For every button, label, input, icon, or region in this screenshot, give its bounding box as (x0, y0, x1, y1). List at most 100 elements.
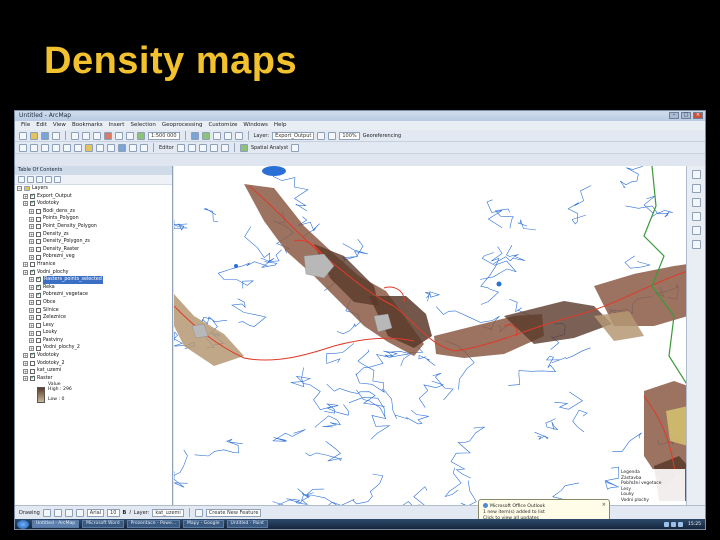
menu-file[interactable]: File (21, 121, 30, 130)
toc-layer-item[interactable]: + Density_Polygon_zs (15, 238, 172, 246)
expand-icon[interactable]: + (29, 307, 34, 313)
fit-to-display-icon[interactable] (317, 131, 326, 140)
pan-icon[interactable] (41, 143, 49, 152)
select-elements-icon[interactable] (107, 143, 115, 152)
catalog-icon[interactable] (692, 240, 701, 249)
toc-layer-item[interactable]: + Points_Polygon (15, 215, 172, 223)
toc-layer-item[interactable]: + Lesy (15, 322, 172, 330)
toc-layer-item[interactable]: + Density_zs (15, 231, 172, 239)
list-by-source-icon[interactable] (27, 176, 34, 183)
volume-icon[interactable] (671, 521, 677, 527)
layer-visibility-checkbox[interactable] (36, 216, 41, 222)
layer-visibility-checkbox[interactable] (30, 262, 35, 268)
menu-bookmarks[interactable]: Bookmarks (72, 121, 103, 130)
delete-icon[interactable] (104, 131, 112, 140)
identify-icon[interactable] (692, 212, 701, 221)
expand-icon[interactable]: + (23, 193, 28, 199)
status-layer-select[interactable]: kat_uzemi (152, 508, 184, 517)
font-size-select[interactable]: 10 (107, 508, 120, 517)
layer-visibility-checkbox[interactable] (36, 209, 41, 215)
expand-icon[interactable]: + (29, 224, 34, 230)
drawing-menu[interactable]: Drawing (19, 510, 40, 516)
layer-visibility-checkbox[interactable] (30, 199, 36, 207)
layer-visibility-checkbox[interactable] (30, 374, 36, 382)
font-select[interactable]: Arial (86, 508, 105, 517)
expand-icon[interactable]: + (29, 322, 34, 328)
expand-icon[interactable]: + (23, 368, 28, 374)
network-icon[interactable] (664, 521, 670, 527)
toc-layer-item[interactable]: + Louky (15, 329, 172, 337)
spatial-analyst-menu[interactable]: Spatial Analyst (251, 145, 288, 151)
rectangle-icon[interactable] (64, 508, 73, 517)
expand-icon[interactable]: + (23, 376, 28, 382)
zoom-out-icon[interactable] (30, 143, 38, 152)
task-select[interactable]: Create New Feature (205, 508, 262, 517)
list-by-drawing-order-icon[interactable] (18, 176, 25, 183)
expand-icon[interactable]: + (23, 262, 28, 268)
rotate-icon[interactable] (53, 508, 62, 517)
collapse-icon[interactable]: − (17, 186, 22, 192)
options-icon[interactable] (54, 176, 61, 183)
layer-visibility-checkbox[interactable] (36, 283, 42, 291)
layer-visibility-checkbox[interactable] (30, 351, 36, 359)
expand-icon[interactable]: + (29, 330, 34, 336)
layer-visibility-checkbox[interactable] (30, 268, 36, 275)
menu-windows[interactable]: Windows (243, 121, 268, 130)
layer-visibility-checkbox[interactable] (36, 315, 41, 321)
histogram-icon[interactable] (291, 143, 300, 152)
expand-icon[interactable]: + (29, 247, 34, 253)
layer-visibility-checkbox[interactable] (36, 254, 41, 260)
map-canvas[interactable] (174, 166, 688, 506)
georeferencing-label[interactable]: Georeferencing (363, 133, 402, 139)
text-icon[interactable] (75, 508, 84, 517)
vertex-icon[interactable] (198, 143, 207, 152)
menu-customize[interactable]: Customize (208, 121, 237, 130)
zoom-field[interactable]: 100% (339, 131, 360, 140)
layer-visibility-checkbox[interactable] (36, 291, 42, 298)
attributes-icon[interactable] (220, 143, 229, 152)
zoom-in-icon[interactable] (19, 143, 27, 152)
edit-tool-icon[interactable] (194, 508, 203, 517)
layer-visibility-checkbox[interactable] (36, 239, 41, 245)
layer-select[interactable]: Export_Output (272, 131, 315, 140)
expand-icon[interactable]: + (29, 216, 34, 222)
toc-layer-item[interactable]: + Density_Raster (15, 246, 172, 254)
layer-visibility-checkbox[interactable] (36, 231, 41, 237)
taskbar-item[interactable]: Microsoft Word (82, 520, 124, 528)
rotate-icon[interactable] (328, 131, 337, 140)
minimize-button[interactable]: – (669, 112, 679, 119)
save-icon[interactable] (41, 131, 49, 140)
cut-icon[interactable] (71, 131, 79, 140)
toc-layer-item[interactable]: + Pobrezni_vegetace (15, 291, 172, 299)
layer-visibility-checkbox[interactable] (30, 192, 36, 199)
editor-toolbar-icon[interactable] (190, 131, 199, 140)
toc-layer-item[interactable]: + Silnice (15, 307, 172, 315)
menu-edit[interactable]: Edit (36, 121, 47, 130)
expand-icon[interactable]: + (29, 345, 34, 351)
layer-visibility-checkbox[interactable] (30, 360, 35, 366)
taskbar-item[interactable]: Untitled - Paint (226, 520, 268, 528)
python-icon[interactable] (212, 131, 221, 140)
taskbar-item[interactable]: Mapy - Google (183, 520, 224, 528)
layer-visibility-checkbox[interactable] (36, 300, 41, 306)
layer-visibility-checkbox[interactable] (36, 247, 41, 253)
list-by-visibility-icon[interactable] (36, 176, 43, 183)
expand-icon[interactable]: + (29, 277, 34, 283)
clear-selection-icon[interactable] (96, 143, 104, 152)
toc-layer-item[interactable]: + Vodotoky_2 (15, 360, 172, 368)
identify-icon[interactable] (118, 143, 126, 152)
expand-icon[interactable]: + (29, 209, 34, 215)
pan-icon[interactable] (692, 198, 701, 207)
flag-icon[interactable] (678, 521, 684, 527)
scale-field[interactable]: 1:500 000 (148, 131, 180, 140)
toc-layer-item[interactable]: + kat_uzemi (15, 367, 172, 375)
expand-icon[interactable]: + (29, 338, 34, 344)
sketch-icon[interactable] (187, 143, 196, 152)
expand-icon[interactable]: + (29, 239, 34, 245)
expand-icon[interactable]: + (29, 315, 34, 321)
toc-layer-item[interactable]: + Obce (15, 299, 172, 307)
layer-visibility-checkbox[interactable] (36, 330, 41, 336)
toc-layer-item[interactable]: + Point_Density_Polygon (15, 223, 172, 231)
toc-layer-item[interactable]: + Hranice (15, 261, 172, 269)
close-button[interactable]: × (693, 112, 703, 119)
